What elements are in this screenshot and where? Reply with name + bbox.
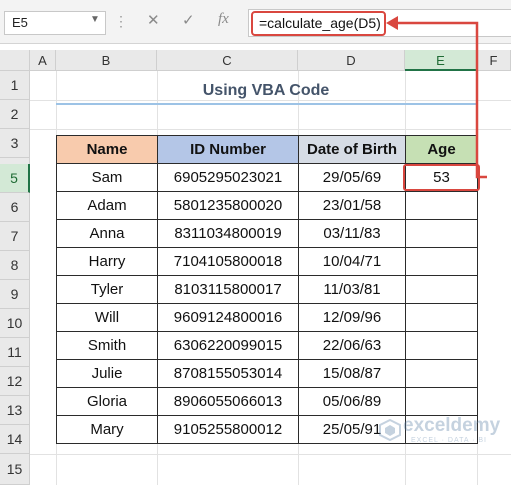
watermark-tagline: EXCEL · DATA · BI <box>411 437 487 444</box>
watermark-name: exceldemy <box>403 415 501 436</box>
watermark-logo: exceldemy EXCEL · DATA · BI <box>375 413 510 453</box>
watermark-logo-icon <box>379 419 401 441</box>
arrow-line <box>392 21 487 179</box>
arrow-head-icon <box>386 16 398 30</box>
